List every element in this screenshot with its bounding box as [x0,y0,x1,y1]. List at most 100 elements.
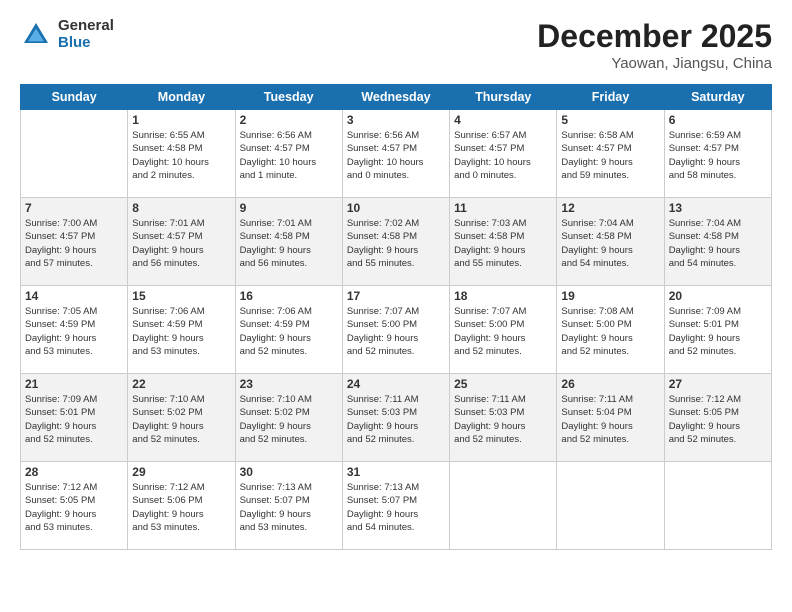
day-number: 28 [25,465,123,479]
day-info: Sunrise: 7:10 AM Sunset: 5:02 PM Dayligh… [132,393,230,446]
day-info: Sunrise: 7:03 AM Sunset: 4:58 PM Dayligh… [454,217,552,270]
calendar-week-row: 28 Sunrise: 7:12 AM Sunset: 5:05 PM Dayli… [21,462,772,550]
logo-blue: Blue [58,35,114,52]
day-number: 22 [132,377,230,391]
day-info: Sunrise: 7:08 AM Sunset: 5:00 PM Dayligh… [561,305,659,358]
table-row: 14Sunrise: 7:05 AM Sunset: 4:59 PM Dayli… [21,286,128,374]
table-row: 10 Sunrise: 7:02 AM Sunset: 4:58 PM Dayli… [342,198,449,286]
day-info: Sunrise: 7:02 AM Sunset: 4:58 PM Dayligh… [347,217,445,270]
table-row: 3 Sunrise: 6:56 AM Sunset: 4:57 PM Daylig… [342,110,449,198]
day-number: 3 [347,113,445,127]
day-info: Sunrise: 6:59 AM Sunset: 4:57 PM Dayligh… [669,129,767,182]
day-number: 25 [454,377,552,391]
day-info: Sunrise: 6:56 AM Sunset: 4:57 PM Dayligh… [347,129,445,182]
day-number: 9 [240,201,338,215]
day-number: 30 [240,465,338,479]
day-info: Sunrise: 7:12 AM Sunset: 5:06 PM Dayligh… [132,481,230,534]
day-info: Sunrise: 7:07 AM Sunset: 5:00 PM Dayligh… [347,305,445,358]
day-number: 1 [132,113,230,127]
calendar-title: December 2025 [537,18,772,55]
calendar-table: Sunday Monday Tuesday Wednesday Thursday… [20,84,772,550]
calendar-week-row: 1Sunrise: 6:55 AM Sunset: 4:58 PM Daylig… [21,110,772,198]
table-row: 6 Sunrise: 6:59 AM Sunset: 4:57 PM Daylig… [664,110,771,198]
table-row [664,462,771,550]
day-info: Sunrise: 7:06 AM Sunset: 4:59 PM Dayligh… [240,305,338,358]
day-info: Sunrise: 7:12 AM Sunset: 5:05 PM Dayligh… [669,393,767,446]
calendar-week-row: 14Sunrise: 7:05 AM Sunset: 4:59 PM Dayli… [21,286,772,374]
day-info: Sunrise: 6:57 AM Sunset: 4:57 PM Dayligh… [454,129,552,182]
day-number: 23 [240,377,338,391]
day-number: 4 [454,113,552,127]
day-info: Sunrise: 7:11 AM Sunset: 5:04 PM Dayligh… [561,393,659,446]
table-row: 26Sunrise: 7:11 AM Sunset: 5:04 PM Dayli… [557,374,664,462]
day-info: Sunrise: 7:13 AM Sunset: 5:07 PM Dayligh… [347,481,445,534]
day-info: Sunrise: 7:05 AM Sunset: 4:59 PM Dayligh… [25,305,123,358]
col-header-friday: Friday [557,85,664,110]
day-info: Sunrise: 7:04 AM Sunset: 4:58 PM Dayligh… [669,217,767,270]
day-number: 5 [561,113,659,127]
table-row: 19 Sunrise: 7:08 AM Sunset: 5:00 PM Dayli… [557,286,664,374]
col-header-saturday: Saturday [664,85,771,110]
table-row: 2Sunrise: 6:56 AM Sunset: 4:57 PM Daylig… [235,110,342,198]
title-block: December 2025 Yaowan, Jiangsu, China [537,18,772,72]
day-info: Sunrise: 7:11 AM Sunset: 5:03 PM Dayligh… [347,393,445,446]
table-row: 4 Sunrise: 6:57 AM Sunset: 4:57 PM Daylig… [450,110,557,198]
col-header-wednesday: Wednesday [342,85,449,110]
table-row: 5 Sunrise: 6:58 AM Sunset: 4:57 PM Daylig… [557,110,664,198]
calendar-subtitle: Yaowan, Jiangsu, China [537,55,772,72]
day-info: Sunrise: 7:01 AM Sunset: 4:58 PM Dayligh… [240,217,338,270]
day-number: 18 [454,289,552,303]
day-number: 6 [669,113,767,127]
table-row: 13 Sunrise: 7:04 AM Sunset: 4:58 PM Dayli… [664,198,771,286]
day-number: 24 [347,377,445,391]
table-row: 16Sunrise: 7:06 AM Sunset: 4:59 PM Dayli… [235,286,342,374]
day-info: Sunrise: 7:09 AM Sunset: 5:01 PM Dayligh… [25,393,123,446]
day-info: Sunrise: 7:12 AM Sunset: 5:05 PM Dayligh… [25,481,123,534]
col-header-tuesday: Tuesday [235,85,342,110]
table-row: 27 Sunrise: 7:12 AM Sunset: 5:05 PM Dayli… [664,374,771,462]
table-row: 22 Sunrise: 7:10 AM Sunset: 5:02 PM Dayli… [128,374,235,462]
table-row: 20Sunrise: 7:09 AM Sunset: 5:01 PM Dayli… [664,286,771,374]
table-row: 21Sunrise: 7:09 AM Sunset: 5:01 PM Dayli… [21,374,128,462]
day-number: 27 [669,377,767,391]
calendar-week-row: 21Sunrise: 7:09 AM Sunset: 5:01 PM Dayli… [21,374,772,462]
day-number: 13 [669,201,767,215]
table-row: 25 Sunrise: 7:11 AM Sunset: 5:03 PM Dayli… [450,374,557,462]
header: General Blue December 2025 Yaowan, Jiang… [20,18,772,72]
day-number: 15 [132,289,230,303]
logo: General Blue [20,18,114,51]
table-row: 28 Sunrise: 7:12 AM Sunset: 5:05 PM Dayli… [21,462,128,550]
day-number: 10 [347,201,445,215]
table-row: 7 Sunrise: 7:00 AM Sunset: 4:57 PM Daylig… [21,198,128,286]
table-row: 12Sunrise: 7:04 AM Sunset: 4:58 PM Dayli… [557,198,664,286]
day-number: 7 [25,201,123,215]
day-number: 17 [347,289,445,303]
page: General Blue December 2025 Yaowan, Jiang… [0,0,792,612]
col-header-thursday: Thursday [450,85,557,110]
logo-general: General [58,18,114,35]
day-info: Sunrise: 7:00 AM Sunset: 4:57 PM Dayligh… [25,217,123,270]
day-info: Sunrise: 7:11 AM Sunset: 5:03 PM Dayligh… [454,393,552,446]
table-row: 31 Sunrise: 7:13 AM Sunset: 5:07 PM Dayli… [342,462,449,550]
table-row: 29 Sunrise: 7:12 AM Sunset: 5:06 PM Dayli… [128,462,235,550]
table-row: 9 Sunrise: 7:01 AM Sunset: 4:58 PM Daylig… [235,198,342,286]
day-number: 19 [561,289,659,303]
col-header-monday: Monday [128,85,235,110]
day-info: Sunrise: 7:13 AM Sunset: 5:07 PM Dayligh… [240,481,338,534]
table-row: 15Sunrise: 7:06 AM Sunset: 4:59 PM Dayli… [128,286,235,374]
day-number: 11 [454,201,552,215]
table-row: 24 Sunrise: 7:11 AM Sunset: 5:03 PM Dayli… [342,374,449,462]
table-row [21,110,128,198]
table-row [450,462,557,550]
day-info: Sunrise: 6:58 AM Sunset: 4:57 PM Dayligh… [561,129,659,182]
table-row: 1Sunrise: 6:55 AM Sunset: 4:58 PM Daylig… [128,110,235,198]
calendar-week-row: 7 Sunrise: 7:00 AM Sunset: 4:57 PM Daylig… [21,198,772,286]
day-info: Sunrise: 7:10 AM Sunset: 5:02 PM Dayligh… [240,393,338,446]
col-header-sunday: Sunday [21,85,128,110]
day-number: 29 [132,465,230,479]
table-row: 23 Sunrise: 7:10 AM Sunset: 5:02 PM Dayli… [235,374,342,462]
day-number: 31 [347,465,445,479]
day-info: Sunrise: 6:56 AM Sunset: 4:57 PM Dayligh… [240,129,338,182]
day-info: Sunrise: 7:09 AM Sunset: 5:01 PM Dayligh… [669,305,767,358]
table-row: 8Sunrise: 7:01 AM Sunset: 4:57 PM Daylig… [128,198,235,286]
